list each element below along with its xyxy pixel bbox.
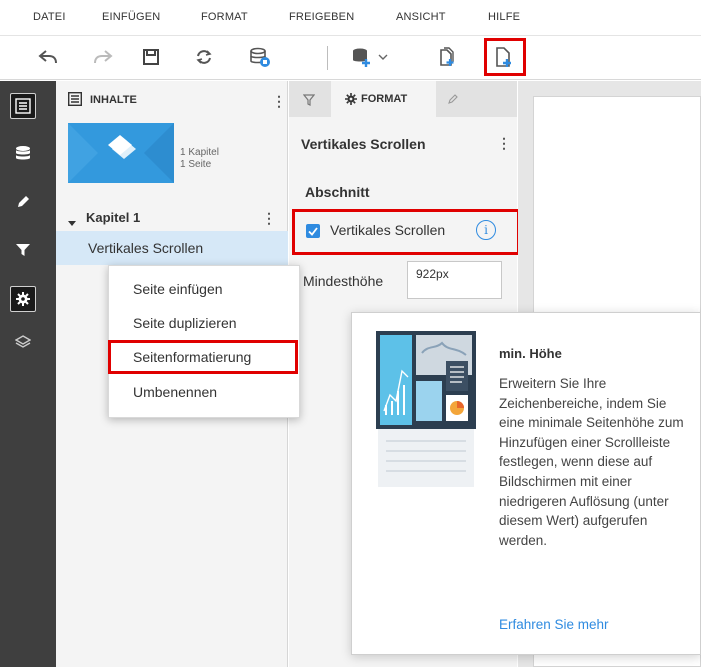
page-thumbnail[interactable] <box>68 123 174 183</box>
copy-page-icon[interactable] <box>432 42 462 72</box>
menu-ansicht[interactable]: ANSICHT <box>396 11 446 23</box>
menu-format[interactable]: FORMAT <box>201 11 248 23</box>
layers-icon[interactable] <box>10 329 36 355</box>
page-format-highlight <box>108 340 298 374</box>
data-icon[interactable] <box>10 141 36 167</box>
save-icon[interactable] <box>136 42 166 72</box>
settings-icon[interactable] <box>10 286 36 312</box>
chapter-count: 1 Kapitel <box>180 147 219 158</box>
learn-more-link[interactable]: Erfahren Sie mehr <box>499 617 609 632</box>
tab-format-label: FORMAT <box>361 93 408 105</box>
chevron-down-icon[interactable] <box>376 42 390 72</box>
refresh-icon[interactable] <box>189 42 219 72</box>
format-tabs: FORMAT <box>289 81 517 117</box>
tooltip-body: Erweitern Sie Ihre Zeichenbereiche, inde… <box>499 376 684 548</box>
format-title: Vertikales Scrollen <box>301 136 426 152</box>
database-settings-icon[interactable] <box>245 42 275 72</box>
toolbar <box>0 36 701 80</box>
redo-icon[interactable] <box>88 42 118 72</box>
contents-list-icon <box>67 91 83 111</box>
filter-icon[interactable] <box>10 237 36 263</box>
chapter-label: Kapitel 1 <box>86 210 141 225</box>
tab-edit-icon[interactable] <box>447 92 459 110</box>
page-count: 1 Seite <box>180 159 212 170</box>
thumbnail-meta: 1 Kapitel 1 Seite <box>180 147 219 171</box>
undo-icon[interactable] <box>33 42 63 72</box>
menu-einfuegen[interactable]: EINFÜGEN <box>102 11 160 23</box>
gear-icon <box>345 92 357 110</box>
menu-datei[interactable]: DATEI <box>33 11 66 23</box>
contents-header: INHALTE ⋮ <box>56 81 288 117</box>
page-row-selected[interactable]: Vertikales Scrollen <box>56 231 288 265</box>
tab-filter-icon[interactable] <box>302 93 316 111</box>
page-row-label: Vertikales Scrollen <box>88 240 204 256</box>
chapter-menu-icon[interactable]: ⋮ <box>262 211 276 225</box>
left-rail <box>0 81 56 667</box>
contents-title: INHALTE <box>90 94 137 106</box>
chapter-row[interactable]: Kapitel 1 ⋮ <box>56 205 288 231</box>
tooltip-title: min. Höhe <box>499 346 562 361</box>
min-height-tooltip: min. Höhe Erweitern Sie Ihre Zeichenbere… <box>351 312 701 655</box>
edit-icon[interactable] <box>10 189 36 215</box>
toolbar-separator <box>327 46 328 70</box>
menu-item-duplicate-page[interactable]: Seite duplizieren <box>109 308 299 338</box>
menu-hilfe[interactable]: HILFE <box>488 11 520 23</box>
contents-menu-icon[interactable]: ⋮ <box>272 94 286 108</box>
menu-item-insert-page[interactable]: Seite einfügen <box>109 274 299 304</box>
contents-icon[interactable] <box>10 93 36 119</box>
tooltip-illustration <box>376 331 476 491</box>
format-menu-icon[interactable]: ⋮ <box>497 136 511 150</box>
caret-down-icon[interactable] <box>68 214 76 232</box>
add-data-icon[interactable] <box>347 42 377 72</box>
new-page-highlight <box>484 38 526 76</box>
checkbox-highlight <box>292 209 520 255</box>
menu-bar: DATEI EINFÜGEN FORMAT FREIGEBEN ANSICHT … <box>0 0 701 36</box>
min-height-input[interactable] <box>407 261 502 299</box>
min-height-label: Mindesthöhe <box>303 273 384 289</box>
section-heading: Abschnitt <box>305 184 370 200</box>
menu-item-rename[interactable]: Umbenennen <box>109 377 299 407</box>
menu-freigeben[interactable]: FREIGEBEN <box>289 11 354 23</box>
